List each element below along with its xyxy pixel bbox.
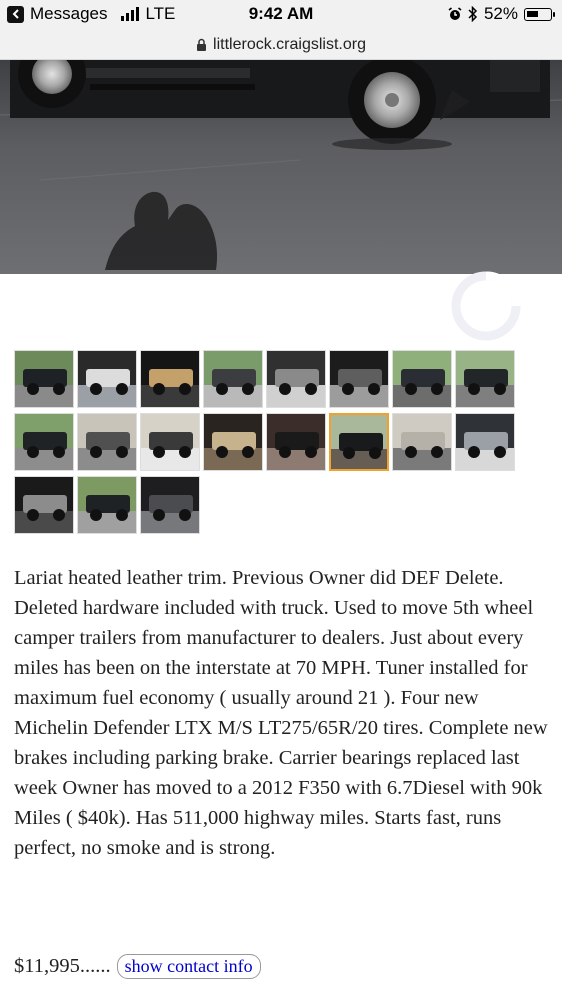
gallery-thumbnail[interactable] [455, 413, 515, 471]
thumbnail-image [267, 351, 325, 407]
listing-main-photo[interactable] [0, 60, 562, 274]
gallery-thumbnail[interactable] [77, 413, 137, 471]
url-text[interactable]: littlerock.craigslist.org [213, 36, 366, 54]
thumbnail-image [78, 351, 136, 407]
gallery-thumbnail[interactable] [14, 413, 74, 471]
gallery-thumbnail[interactable] [203, 413, 263, 471]
thumbnail-image [141, 414, 199, 470]
gallery-thumbnail[interactable] [14, 350, 74, 408]
truck-photo-image [0, 60, 562, 274]
lock-icon [197, 38, 207, 51]
show-contact-info-button[interactable]: show contact info [116, 954, 261, 979]
thumbnail-image [267, 414, 325, 470]
gallery-thumbnail[interactable] [140, 476, 200, 534]
status-bar: Messages LTE 9:42 AM 52% [0, 0, 562, 30]
thumbnail-image [456, 351, 514, 407]
thumbnail-image [141, 351, 199, 407]
gallery-thumbnail[interactable] [203, 350, 263, 408]
thumbnail-image [204, 351, 262, 407]
thumbnail-image [456, 414, 514, 470]
loading-ring-icon [451, 271, 521, 341]
gallery-thumbnail[interactable] [77, 476, 137, 534]
thumbnail-image [15, 351, 73, 407]
price-text: $11,995...... [14, 955, 111, 977]
thumbnail-image [78, 477, 136, 533]
gallery-thumbnail[interactable] [140, 413, 200, 471]
battery-icon [524, 7, 555, 21]
thumbnail-image [393, 414, 451, 470]
thumbnail-image [393, 351, 451, 407]
gallery-thumbnail[interactable] [329, 350, 389, 408]
posting-description: Lariat heated leather trim. Previous Own… [14, 567, 548, 859]
gallery-thumbnail[interactable] [14, 476, 74, 534]
gallery-thumbnail[interactable] [266, 350, 326, 408]
gallery-thumbnail[interactable] [140, 350, 200, 408]
thumbnail-image [141, 477, 199, 533]
thumbnail-image [15, 477, 73, 533]
gallery-thumbnail[interactable] [392, 350, 452, 408]
gallery-thumbnail[interactable] [392, 413, 452, 471]
status-right: 52% [448, 4, 555, 24]
gallery-thumbnail[interactable] [329, 413, 389, 471]
battery-percent: 52% [483, 4, 518, 23]
price-row: $11,995...... show contact info [14, 954, 261, 979]
thumbnail-image [330, 351, 388, 407]
gallery-thumbnail[interactable] [77, 350, 137, 408]
gallery-thumbnail[interactable] [266, 413, 326, 471]
bluetooth-icon [468, 6, 478, 22]
address-bar[interactable]: littlerock.craigslist.org [0, 30, 562, 60]
thumbnail-image [15, 414, 73, 470]
thumbnail-image [78, 414, 136, 470]
gallery-thumbnail[interactable] [455, 350, 515, 408]
alarm-clock-icon [448, 7, 462, 20]
thumbnail-image [204, 414, 262, 470]
thumbnail-image [331, 415, 387, 469]
